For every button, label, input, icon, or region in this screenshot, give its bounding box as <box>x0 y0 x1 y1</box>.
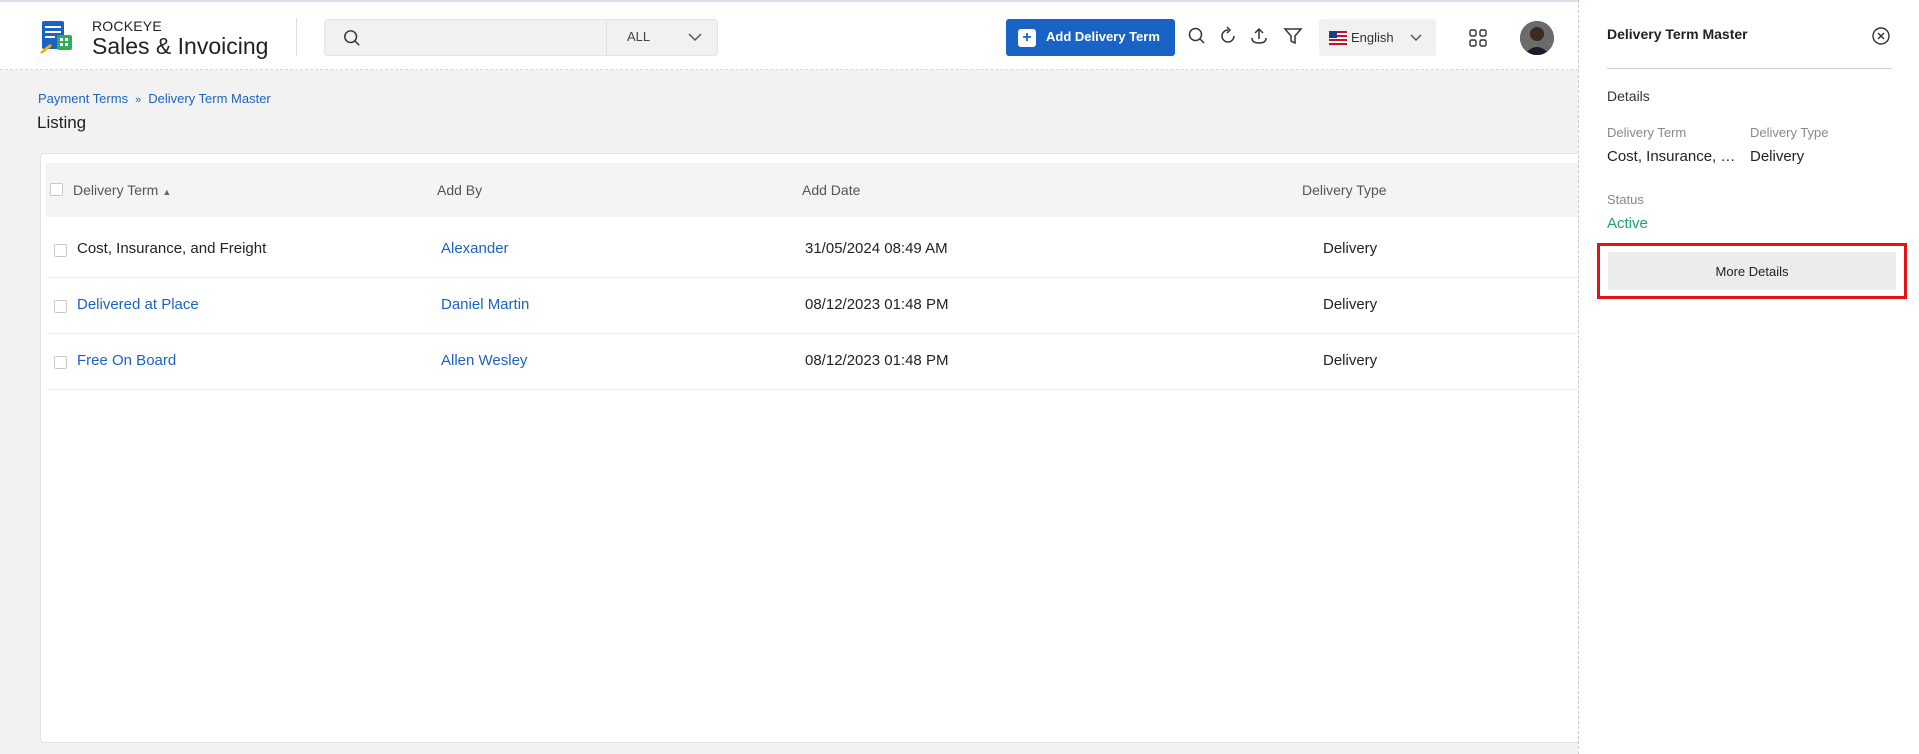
breadcrumb: Payment Terms » Delivery Term Master <box>38 91 271 106</box>
delivery-term-link[interactable]: Free On Board <box>77 352 176 369</box>
delivery-type-cell: Delivery <box>1323 240 1378 257</box>
language-selector[interactable]: English <box>1319 19 1436 56</box>
listing-table: Delivery Term ▲ Add By Add Date Delivery … <box>40 153 1641 743</box>
delivery-term-label: Delivery Term <box>1607 125 1687 140</box>
app-logo-icon <box>40 21 72 54</box>
status-label: Status <box>1607 192 1644 207</box>
column-header-add-date[interactable]: Add Date <box>802 182 860 198</box>
table-row[interactable]: Cost, Insurance, and Freight Alexander 3… <box>46 222 1641 278</box>
column-header-delivery-type[interactable]: Delivery Type <box>1302 182 1387 198</box>
panel-divider <box>1607 68 1892 69</box>
delivery-type-cell: Delivery <box>1323 352 1378 369</box>
chevron-down-icon <box>1410 34 1422 42</box>
details-section-title: Details <box>1607 88 1650 104</box>
plus-icon: + <box>1018 29 1036 47</box>
column-header-add-by[interactable]: Add By <box>437 182 482 198</box>
row-checkbox[interactable] <box>54 244 67 257</box>
upload-icon[interactable] <box>1249 26 1269 46</box>
search-scope-select[interactable]: ALL <box>606 19 719 56</box>
global-search: ALL <box>324 19 718 56</box>
add-by-link[interactable]: Alexander <box>441 240 509 257</box>
add-date-cell: 08/12/2023 01:48 PM <box>805 352 949 369</box>
add-delivery-term-button[interactable]: + Add Delivery Term <box>1006 19 1175 56</box>
row-checkbox[interactable] <box>54 356 67 369</box>
delivery-term-cell[interactable]: Cost, Insurance, and Freight <box>77 240 266 257</box>
table-header: Delivery Term ▲ Add By Add Date Delivery … <box>46 163 1641 217</box>
delivery-type-cell: Delivery <box>1323 296 1378 313</box>
delivery-term-link[interactable]: Delivered at Place <box>77 296 199 313</box>
panel-title: Delivery Term Master <box>1607 26 1748 42</box>
delivery-term-value: Cost, Insurance, and Freight <box>1607 148 1737 165</box>
table-row[interactable]: Delivered at Place Daniel Martin 08/12/2… <box>46 278 1641 334</box>
more-details-button[interactable]: More Details <box>1608 252 1896 290</box>
more-details-highlight: More Details <box>1597 243 1907 299</box>
avatar-image-icon <box>1520 21 1554 55</box>
chevron-down-icon <box>688 33 702 42</box>
search-input[interactable] <box>375 26 615 50</box>
add-by-link[interactable]: Daniel Martin <box>441 296 529 313</box>
delivery-type-value: Delivery <box>1750 148 1805 165</box>
select-all-checkbox[interactable] <box>50 183 63 196</box>
delivery-type-label: Delivery Type <box>1750 125 1829 140</box>
breadcrumb-separator-icon: » <box>135 94 142 106</box>
sort-arrow-icon: ▲ <box>162 187 172 197</box>
filter-icon[interactable] <box>1283 26 1303 46</box>
add-button-label: Add Delivery Term <box>1046 29 1160 44</box>
table-row[interactable]: Free On Board Allen Wesley 08/12/2023 01… <box>46 334 1641 390</box>
add-date-cell: 31/05/2024 08:49 AM <box>805 240 948 257</box>
page-title: Listing <box>37 113 87 132</box>
details-side-panel: Delivery Term Master Details Delivery Te… <box>1578 0 1919 754</box>
refresh-icon[interactable] <box>1218 26 1238 46</box>
search-icon[interactable] <box>1187 26 1207 46</box>
column-header-delivery-term[interactable]: Delivery Term ▲ <box>73 182 171 198</box>
add-by-link[interactable]: Allen Wesley <box>441 352 527 369</box>
brand-company: ROCKEYE <box>92 18 162 34</box>
header-divider <box>296 18 297 56</box>
status-value: Active <box>1607 215 1648 232</box>
breadcrumb-payment-terms[interactable]: Payment Terms <box>38 91 128 106</box>
us-flag-icon <box>1329 31 1347 45</box>
search-icon <box>344 30 360 46</box>
language-label: English <box>1351 30 1394 45</box>
close-icon[interactable] <box>1871 26 1891 46</box>
brand-app-name: Sales & Invoicing <box>92 33 269 59</box>
breadcrumb-delivery-term-master[interactable]: Delivery Term Master <box>148 91 271 106</box>
user-avatar[interactable] <box>1520 21 1554 55</box>
apps-grid-icon[interactable] <box>1469 29 1487 47</box>
search-scope-label: ALL <box>627 29 651 44</box>
add-date-cell: 08/12/2023 01:48 PM <box>805 296 949 313</box>
row-checkbox[interactable] <box>54 300 67 313</box>
